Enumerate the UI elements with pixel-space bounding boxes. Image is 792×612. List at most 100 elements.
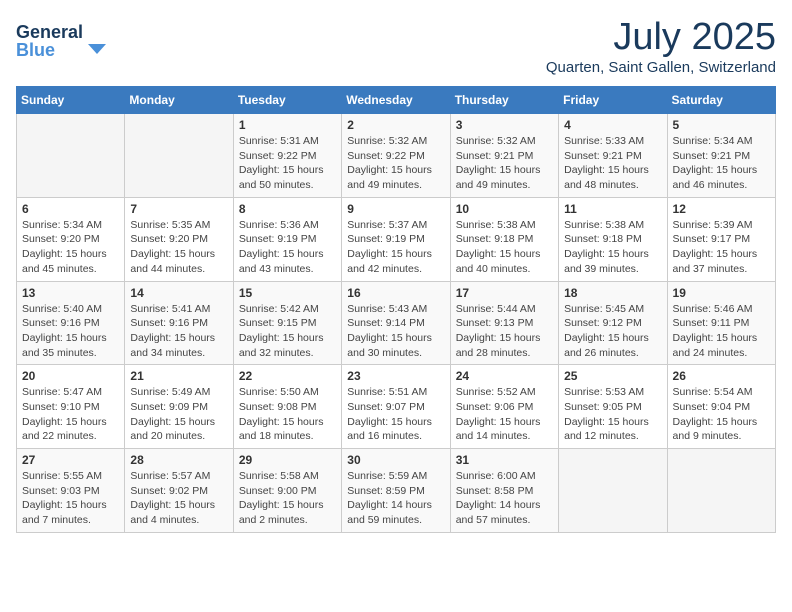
header-sunday: Sunday	[17, 87, 125, 114]
table-row: 26Sunrise: 5:54 AM Sunset: 9:04 PM Dayli…	[667, 365, 775, 449]
day-number: 6	[22, 202, 119, 216]
month-title: July 2025	[546, 16, 776, 59]
day-number: 20	[22, 369, 119, 383]
day-info: Sunrise: 5:32 AM Sunset: 9:22 PM Dayligh…	[347, 134, 444, 193]
day-number: 23	[347, 369, 444, 383]
day-number: 1	[239, 118, 336, 132]
day-number: 19	[673, 286, 770, 300]
table-row: 16Sunrise: 5:43 AM Sunset: 9:14 PM Dayli…	[342, 281, 450, 365]
day-number: 7	[130, 202, 227, 216]
day-info: Sunrise: 5:40 AM Sunset: 9:16 PM Dayligh…	[22, 302, 119, 361]
table-row: 2 Sunrise: 5:32 AM Sunset: 9:22 PM Daylig…	[342, 114, 450, 198]
table-row	[559, 449, 667, 533]
day-number: 10	[456, 202, 553, 216]
logo-svg: General Blue	[16, 16, 106, 61]
day-info: Sunrise: 5:42 AM Sunset: 9:15 PM Dayligh…	[239, 302, 336, 361]
table-row	[667, 449, 775, 533]
calendar-week-row: 13 Sunrise: 5:40 AM Sunset: 9:16 PM Dayli…	[17, 281, 776, 365]
table-row: 25 Sunrise: 5:53 AM Sunset: 9:05 PM Dayli…	[559, 365, 667, 449]
table-row: 6 Sunrise: 5:34 AM Sunset: 9:20 PM Daylig…	[17, 197, 125, 281]
day-info: Sunrise: 5:57 AM Sunset: 9:02 PM Dayligh…	[130, 469, 227, 528]
day-number: 21	[130, 369, 227, 383]
table-row: 19 Sunrise: 5:46 AM Sunset: 9:11 PM Dayli…	[667, 281, 775, 365]
table-row: 24Sunrise: 5:52 AM Sunset: 9:06 PM Dayli…	[450, 365, 558, 449]
day-number: 12	[673, 202, 770, 216]
day-info: Sunrise: 5:50 AM Sunset: 9:08 PM Dayligh…	[239, 385, 336, 444]
day-info: Sunrise: 5:51 AM Sunset: 9:07 PM Dayligh…	[347, 385, 444, 444]
day-number: 26	[673, 369, 770, 383]
table-row: 17 Sunrise: 5:44 AM Sunset: 9:13 PM Dayli…	[450, 281, 558, 365]
table-row: 20 Sunrise: 5:47 AM Sunset: 9:10 PM Dayli…	[17, 365, 125, 449]
calendar-week-row: 1 Sunrise: 5:31 AM Sunset: 9:22 PM Daylig…	[17, 114, 776, 198]
day-number: 13	[22, 286, 119, 300]
page-header: General Blue July 2025 Quarten, Saint Ga…	[16, 16, 776, 76]
day-number: 11	[564, 202, 661, 216]
day-number: 3	[456, 118, 553, 132]
day-number: 25	[564, 369, 661, 383]
day-info: Sunrise: 6:00 AM Sunset: 8:58 PM Dayligh…	[456, 469, 553, 528]
day-info: Sunrise: 5:47 AM Sunset: 9:10 PM Dayligh…	[22, 385, 119, 444]
header-wednesday: Wednesday	[342, 87, 450, 114]
table-row: 29Sunrise: 5:58 AM Sunset: 9:00 PM Dayli…	[233, 449, 341, 533]
table-row: 3 Sunrise: 5:32 AM Sunset: 9:21 PM Daylig…	[450, 114, 558, 198]
day-number: 9	[347, 202, 444, 216]
day-number: 4	[564, 118, 661, 132]
day-number: 8	[239, 202, 336, 216]
day-number: 5	[673, 118, 770, 132]
day-number: 30	[347, 453, 444, 467]
day-info: Sunrise: 5:59 AM Sunset: 8:59 PM Dayligh…	[347, 469, 444, 528]
day-number: 24	[456, 369, 553, 383]
day-info: Sunrise: 5:37 AM Sunset: 9:19 PM Dayligh…	[347, 218, 444, 277]
day-number: 14	[130, 286, 227, 300]
day-info: Sunrise: 5:41 AM Sunset: 9:16 PM Dayligh…	[130, 302, 227, 361]
day-info: Sunrise: 5:31 AM Sunset: 9:22 PM Dayligh…	[239, 134, 336, 193]
table-row	[125, 114, 233, 198]
day-info: Sunrise: 5:32 AM Sunset: 9:21 PM Dayligh…	[456, 134, 553, 193]
calendar-header-row: Sunday Monday Tuesday Wednesday Thursday…	[17, 87, 776, 114]
day-number: 29	[239, 453, 336, 467]
day-info: Sunrise: 5:38 AM Sunset: 9:18 PM Dayligh…	[564, 218, 661, 277]
day-info: Sunrise: 5:35 AM Sunset: 9:20 PM Dayligh…	[130, 218, 227, 277]
day-info: Sunrise: 5:45 AM Sunset: 9:12 PM Dayligh…	[564, 302, 661, 361]
calendar-week-row: 27Sunrise: 5:55 AM Sunset: 9:03 PM Dayli…	[17, 449, 776, 533]
table-row: 7 Sunrise: 5:35 AM Sunset: 9:20 PM Daylig…	[125, 197, 233, 281]
table-row: 15Sunrise: 5:42 AM Sunset: 9:15 PM Dayli…	[233, 281, 341, 365]
table-row: 10 Sunrise: 5:38 AM Sunset: 9:18 PM Dayli…	[450, 197, 558, 281]
day-info: Sunrise: 5:53 AM Sunset: 9:05 PM Dayligh…	[564, 385, 661, 444]
table-row: 28 Sunrise: 5:57 AM Sunset: 9:02 PM Dayli…	[125, 449, 233, 533]
header-friday: Friday	[559, 87, 667, 114]
table-row: 23 Sunrise: 5:51 AM Sunset: 9:07 PM Dayli…	[342, 365, 450, 449]
table-row: 1 Sunrise: 5:31 AM Sunset: 9:22 PM Daylig…	[233, 114, 341, 198]
table-row: 8 Sunrise: 5:36 AM Sunset: 9:19 PM Daylig…	[233, 197, 341, 281]
day-info: Sunrise: 5:39 AM Sunset: 9:17 PM Dayligh…	[673, 218, 770, 277]
day-info: Sunrise: 5:36 AM Sunset: 9:19 PM Dayligh…	[239, 218, 336, 277]
header-saturday: Saturday	[667, 87, 775, 114]
header-monday: Monday	[125, 87, 233, 114]
day-info: Sunrise: 5:44 AM Sunset: 9:13 PM Dayligh…	[456, 302, 553, 361]
table-row: 31 Sunrise: 6:00 AM Sunset: 8:58 PM Dayli…	[450, 449, 558, 533]
day-number: 28	[130, 453, 227, 467]
day-info: Sunrise: 5:34 AM Sunset: 9:21 PM Dayligh…	[673, 134, 770, 193]
header-thursday: Thursday	[450, 87, 558, 114]
day-info: Sunrise: 5:43 AM Sunset: 9:14 PM Dayligh…	[347, 302, 444, 361]
day-info: Sunrise: 5:46 AM Sunset: 9:11 PM Dayligh…	[673, 302, 770, 361]
location-title: Quarten, Saint Gallen, Switzerland	[546, 59, 776, 76]
calendar-week-row: 6 Sunrise: 5:34 AM Sunset: 9:20 PM Daylig…	[17, 197, 776, 281]
day-number: 17	[456, 286, 553, 300]
table-row: 9 Sunrise: 5:37 AM Sunset: 9:19 PM Daylig…	[342, 197, 450, 281]
table-row: 5 Sunrise: 5:34 AM Sunset: 9:21 PM Daylig…	[667, 114, 775, 198]
calendar-table: Sunday Monday Tuesday Wednesday Thursday…	[16, 86, 776, 533]
day-info: Sunrise: 5:49 AM Sunset: 9:09 PM Dayligh…	[130, 385, 227, 444]
calendar-week-row: 20 Sunrise: 5:47 AM Sunset: 9:10 PM Dayli…	[17, 365, 776, 449]
title-area: July 2025 Quarten, Saint Gallen, Switzer…	[546, 16, 776, 76]
day-number: 27	[22, 453, 119, 467]
svg-text:General: General	[16, 22, 83, 42]
header-tuesday: Tuesday	[233, 87, 341, 114]
day-info: Sunrise: 5:33 AM Sunset: 9:21 PM Dayligh…	[564, 134, 661, 193]
table-row: 14 Sunrise: 5:41 AM Sunset: 9:16 PM Dayli…	[125, 281, 233, 365]
day-info: Sunrise: 5:38 AM Sunset: 9:18 PM Dayligh…	[456, 218, 553, 277]
day-number: 18	[564, 286, 661, 300]
day-info: Sunrise: 5:34 AM Sunset: 9:20 PM Dayligh…	[22, 218, 119, 277]
day-number: 31	[456, 453, 553, 467]
day-number: 2	[347, 118, 444, 132]
